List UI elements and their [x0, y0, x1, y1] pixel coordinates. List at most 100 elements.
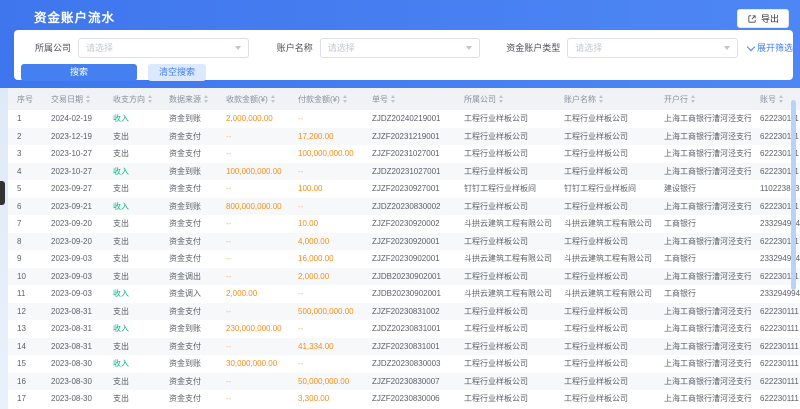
cell-date: 2023-08-30 — [42, 359, 104, 368]
col-header-label: 所属公司 — [464, 94, 496, 105]
col-header-account_name[interactable]: 账户名称 — [555, 93, 655, 105]
cell-account_name: 工程行业样板公司 — [555, 393, 655, 404]
chevron-down-icon — [724, 46, 730, 53]
cell-amount_out: -- — [289, 167, 363, 176]
sort-icon[interactable] — [499, 93, 503, 105]
account-type-select[interactable]: 请选择 — [567, 38, 738, 58]
filter-label-account-name: 账户名称 — [277, 41, 313, 54]
sort-icon[interactable] — [391, 93, 395, 105]
cell-index: 2 — [8, 132, 42, 141]
clear-search-button[interactable]: 清空搜索 — [148, 64, 206, 81]
sort-icon[interactable] — [204, 93, 208, 105]
cell-amount_in: 100,000,000.00 — [217, 167, 289, 176]
page-title: 资金账户流水 — [34, 7, 115, 26]
cell-source: 资金支付 — [160, 393, 217, 404]
floating-widget[interactable] — [0, 181, 5, 205]
cell-amount_out: -- — [289, 289, 363, 298]
cell-bank: 上海工商银行漕河泾支行 — [655, 306, 751, 317]
cell-amount_out: -- — [289, 359, 363, 368]
cell-date: 2023-10-27 — [42, 167, 104, 176]
cell-amount_in: -- — [217, 377, 289, 386]
table-row: 162023-08-30支出资金支付--50,000,000.00ZJZF202… — [8, 373, 800, 391]
cell-bank: 工商银行 — [655, 253, 751, 264]
cell-index: 13 — [8, 324, 42, 333]
cell-source: 资金支付 — [160, 131, 217, 142]
cell-amount_out: 100.00 — [289, 184, 363, 193]
sort-icon[interactable] — [599, 93, 603, 105]
cell-order_no: ZJZF20231219001 — [363, 132, 455, 141]
cell-company: 工程行业样板公司 — [455, 323, 555, 334]
col-header-direction[interactable]: 收支方向 — [104, 93, 160, 105]
cell-source: 资金调入 — [160, 288, 217, 299]
cell-source: 资金支付 — [160, 218, 217, 229]
cell-bank: 上海工商银行漕河泾支行 — [655, 393, 751, 404]
cell-source: 资金到账 — [160, 358, 217, 369]
cell-order_no: ZJZF20230830006 — [363, 394, 455, 403]
cell-amount_out: 17,200.00 — [289, 132, 363, 141]
table-row: 32023-10-27支出资金支付--100,000,000.00ZJZF202… — [8, 145, 800, 163]
cell-company: 钉钉工程行业样板间 — [455, 183, 555, 194]
sort-icon[interactable] — [271, 93, 275, 105]
cell-account_no: 622230111 — [751, 359, 800, 368]
filter-buttons-row: 搜索 清空搜索 — [14, 64, 793, 81]
cell-amount_out: -- — [289, 324, 363, 333]
cell-company: 工程行业样板公司 — [455, 271, 555, 282]
cell-index: 15 — [8, 359, 42, 368]
expand-filters-link[interactable]: 展开筛选 — [748, 41, 793, 54]
cell-company: 工程行业样板公司 — [455, 166, 555, 177]
cell-amount_in: -- — [217, 149, 289, 158]
cell-date: 2023-09-03 — [42, 272, 104, 281]
cell-amount_out: -- — [289, 114, 363, 123]
sort-icon[interactable] — [86, 93, 90, 105]
col-header-amount_in[interactable]: 收款金额(¥) — [217, 93, 289, 105]
company-select[interactable]: 请选择 — [78, 38, 249, 58]
cell-amount_out: 10.00 — [289, 219, 363, 228]
table-row: 92023-09-03支出资金支付--16,000.00ZJZF20230902… — [8, 250, 800, 268]
cell-index: 4 — [8, 167, 42, 176]
cell-date: 2023-09-21 — [42, 202, 104, 211]
cell-amount_out: -- — [289, 202, 363, 211]
col-header-label: 账号 — [760, 94, 776, 105]
cell-direction: 支出 — [104, 236, 160, 247]
vertical-scrollbar-thumb[interactable] — [791, 100, 796, 290]
search-button[interactable]: 搜索 — [21, 64, 137, 81]
cell-bank: 工商银行 — [655, 218, 751, 229]
sort-icon[interactable] — [691, 93, 695, 105]
cell-order_no: ZJDB20230902001 — [363, 289, 455, 298]
sort-icon[interactable] — [779, 93, 783, 105]
col-header-label: 单号 — [372, 94, 388, 105]
col-header-source[interactable]: 数据来源 — [160, 93, 217, 105]
cell-direction: 收入 — [104, 323, 160, 334]
cell-account_name: 工程行业样板公司 — [555, 236, 655, 247]
cell-amount_in: 30,000,000.00 — [217, 359, 289, 368]
export-button[interactable]: 导出 — [737, 9, 789, 28]
cell-account_name: 工程行业样板公司 — [555, 306, 655, 317]
col-header-label: 序号 — [17, 94, 33, 105]
cell-amount_in: -- — [217, 394, 289, 403]
cell-date: 2023-09-03 — [42, 254, 104, 263]
cell-account_name: 工程行业样板公司 — [555, 166, 655, 177]
col-header-bank[interactable]: 开户行 — [655, 93, 751, 105]
cell-amount_out: 2,000.00 — [289, 272, 363, 281]
cell-order_no: ZJZF20230831002 — [363, 307, 455, 316]
cell-amount_in: 2,000.00 — [217, 289, 289, 298]
col-header-date[interactable]: 交易日期 — [42, 93, 104, 105]
col-header-order_no[interactable]: 单号 — [363, 93, 455, 105]
cell-direction: 收入 — [104, 201, 160, 212]
cell-bank: 上海工商银行漕河泾支行 — [655, 166, 751, 177]
sort-icon[interactable] — [343, 93, 347, 105]
cell-source: 资金支付 — [160, 148, 217, 159]
cell-amount_out: 41,334.00 — [289, 342, 363, 351]
cell-source: 资金支付 — [160, 306, 217, 317]
cell-bank: 上海工商银行漕河泾支行 — [655, 341, 751, 352]
table-row: 142023-08-31支出资金支付--41,334.00ZJZF2023083… — [8, 338, 800, 356]
table-row: 152023-08-30收入资金到账30,000,000.00--ZJDZ202… — [8, 355, 800, 373]
col-header-amount_out[interactable]: 付款金额(¥) — [289, 93, 363, 105]
cell-account_no: 622230111 — [751, 377, 800, 386]
col-header-company[interactable]: 所属公司 — [455, 93, 555, 105]
sort-icon[interactable] — [148, 93, 152, 105]
cell-order_no: ZJDZ20230831001 — [363, 324, 455, 333]
account-name-select[interactable]: 请选择 — [320, 38, 480, 58]
transactions-table: 序号交易日期收支方向数据来源收款金额(¥)付款金额(¥) 单号 所属公司 账户名称开户… — [8, 88, 800, 409]
cell-direction: 支出 — [104, 341, 160, 352]
